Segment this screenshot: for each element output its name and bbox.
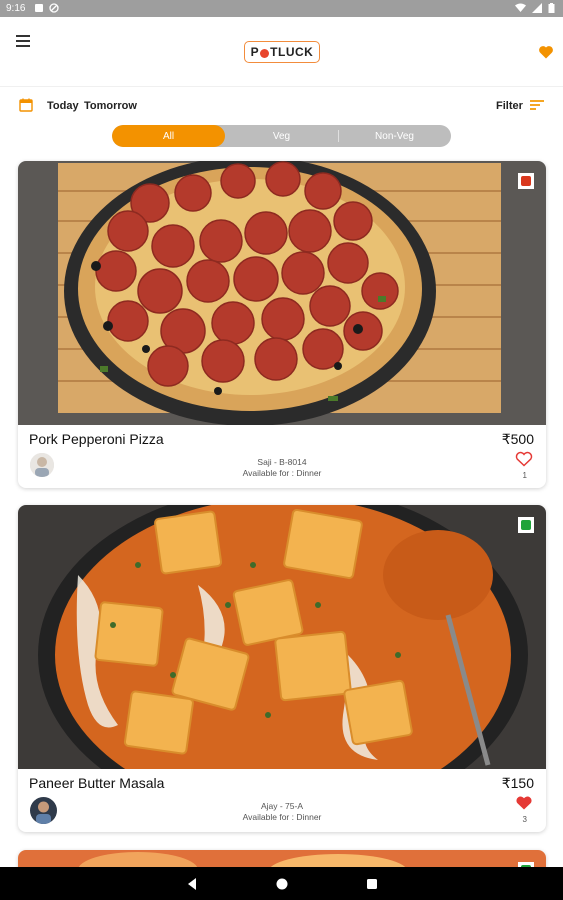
today-tab[interactable]: Today bbox=[47, 100, 79, 112]
no-disturb-icon bbox=[49, 3, 59, 13]
diet-segment-control: All Veg Non-Veg bbox=[112, 125, 451, 147]
status-time: 9:16 bbox=[6, 3, 26, 14]
food-card[interactable]: Paneer Butter Masala ₹150 Ajay - 75-A Av… bbox=[18, 505, 546, 832]
logo-o-dot bbox=[260, 48, 270, 58]
seller-info: Ajay - 75-A bbox=[260, 801, 304, 811]
food-image-pizza bbox=[18, 161, 546, 425]
favorites-heart-icon[interactable] bbox=[538, 44, 554, 60]
home-icon[interactable] bbox=[275, 877, 289, 891]
food-title: Paneer Butter Masala bbox=[29, 775, 165, 791]
like-heart-outline-icon[interactable] bbox=[515, 451, 533, 467]
food-details: Saji - B-8014 Available for : Dinner bbox=[158, 457, 406, 479]
availability-info: Available for : Dinner bbox=[242, 468, 322, 478]
non-veg-badge-icon bbox=[518, 173, 534, 189]
availability-info: Available for : Dinner bbox=[242, 812, 322, 822]
food-price: ₹150 bbox=[501, 775, 534, 791]
system-navigation-bar bbox=[0, 867, 563, 900]
veg-badge-icon bbox=[518, 517, 534, 533]
food-title: Pork Pepperoni Pizza bbox=[29, 431, 164, 447]
pizza-illustration bbox=[18, 161, 546, 425]
segment-veg[interactable]: Veg bbox=[225, 125, 338, 147]
hamburger-menu-icon[interactable] bbox=[16, 35, 30, 47]
tomorrow-tab[interactable]: Tomorrow bbox=[84, 100, 137, 112]
potluck-logo: P TLUCK bbox=[244, 41, 320, 63]
like-count: 3 bbox=[522, 815, 527, 824]
signal-icon bbox=[532, 3, 542, 13]
calendar-icon[interactable] bbox=[19, 98, 33, 112]
date-filter-row: Today Tomorrow Filter bbox=[0, 92, 563, 120]
filter-lines-icon[interactable] bbox=[530, 100, 544, 111]
app-bar: P TLUCK bbox=[0, 17, 563, 87]
recents-icon[interactable] bbox=[365, 877, 379, 891]
seller-avatar[interactable] bbox=[30, 797, 57, 824]
wifi-icon bbox=[515, 3, 526, 12]
sim-card-icon bbox=[35, 4, 43, 12]
like-heart-filled-icon[interactable] bbox=[515, 795, 533, 811]
paneer-illustration bbox=[18, 505, 546, 769]
food-card[interactable]: Pork Pepperoni Pizza ₹500 Saji - B-8014 … bbox=[18, 161, 546, 488]
segment-all[interactable]: All bbox=[112, 125, 225, 147]
back-icon[interactable] bbox=[185, 877, 199, 891]
filter-button[interactable]: Filter bbox=[496, 100, 523, 112]
food-price: ₹500 bbox=[501, 431, 534, 447]
food-image-paneer bbox=[18, 505, 546, 769]
status-bar: 9:16 bbox=[0, 0, 563, 17]
seller-avatar[interactable] bbox=[30, 453, 54, 477]
like-count: 1 bbox=[522, 471, 527, 480]
segment-non-veg[interactable]: Non-Veg bbox=[338, 125, 451, 147]
seller-info: Saji - B-8014 bbox=[257, 457, 307, 467]
battery-icon bbox=[548, 3, 555, 13]
food-details: Ajay - 75-A Available for : Dinner bbox=[158, 801, 406, 823]
